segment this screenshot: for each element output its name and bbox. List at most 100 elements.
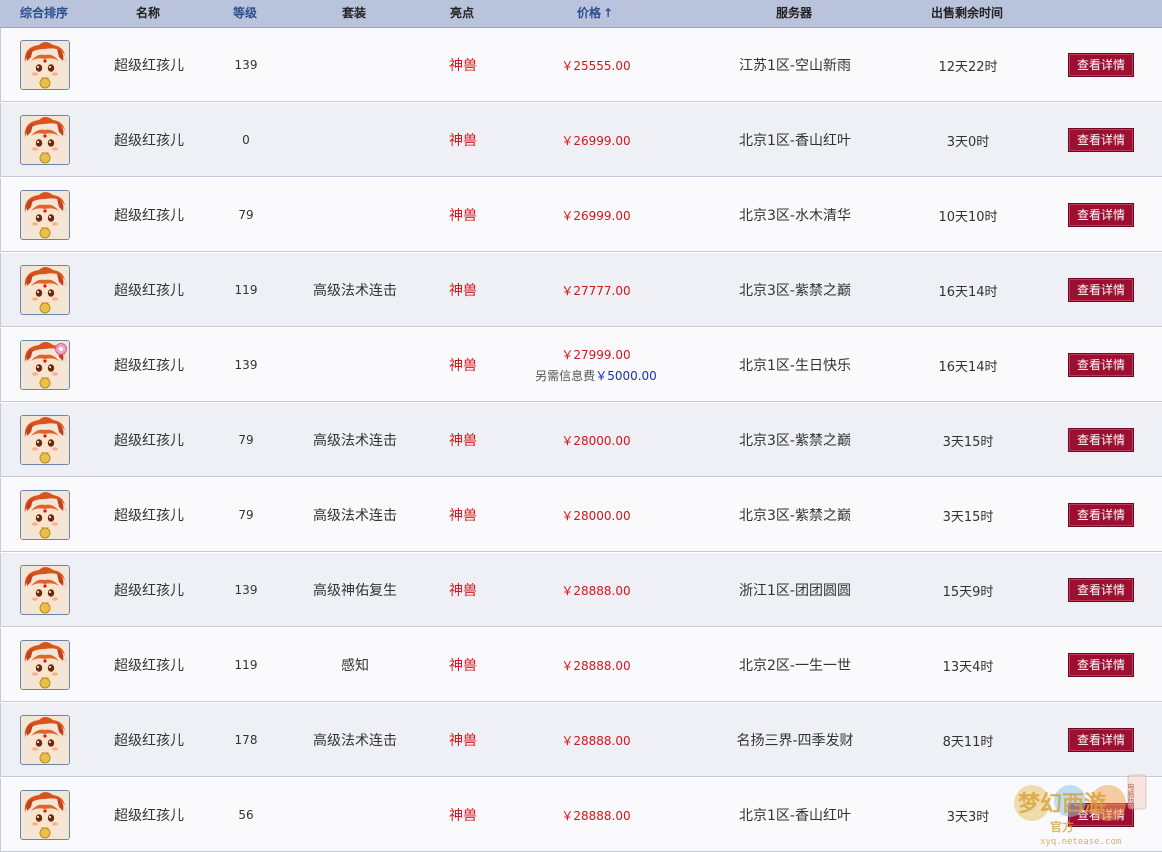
server-name: 北京2区-一生一世	[739, 658, 851, 674]
sort-by-level-link[interactable]: 等级	[215, 0, 275, 27]
price-value: ￥28888.00	[561, 808, 631, 823]
price-value: ￥28888.00	[561, 583, 631, 598]
pet-level: 139	[234, 58, 258, 72]
sort-by-rank-link[interactable]: 综合排序	[8, 0, 80, 27]
avatar-cell	[19, 28, 71, 102]
price-cell: ￥28888.00	[521, 628, 671, 702]
price-cell: ￥26999.00	[521, 103, 671, 177]
action-cell: 查看详情	[1067, 628, 1135, 702]
server-name: 北京1区-生日快乐	[739, 358, 851, 374]
pet-suit: 高级法术连击	[313, 433, 397, 449]
pet-suit: 高级法术连击	[313, 733, 397, 749]
view-details-button[interactable]: 查看详情	[1068, 128, 1134, 152]
time-left: 3天15时	[942, 509, 994, 525]
price-cell: ￥28888.00	[521, 778, 671, 852]
price-value: ￥28888.00	[561, 658, 631, 673]
pet-suit: 感知	[341, 658, 369, 674]
red-boy-avatar-icon[interactable]	[20, 565, 70, 615]
price-label: 价格	[576, 6, 601, 20]
time-left: 3天15时	[942, 434, 994, 450]
red-boy-avatar-icon[interactable]	[20, 190, 70, 240]
action-cell: 查看详情	[1067, 553, 1135, 627]
view-details-button[interactable]: 查看详情	[1068, 803, 1134, 827]
view-details-button[interactable]: 查看详情	[1068, 203, 1134, 227]
red-boy-avatar-icon[interactable]	[20, 640, 70, 690]
red-boy-avatar-icon[interactable]	[20, 340, 70, 390]
table-row: 超级红孩儿 119 感知 神兽 ￥28888.00 北京2区-一生一世 13天4时 查看详情	[0, 628, 1162, 702]
pet-name: 超级红孩儿	[114, 133, 184, 149]
view-details-button[interactable]: 查看详情	[1068, 728, 1134, 752]
price-cell: ￥28888.00	[521, 553, 671, 627]
pet-level: 79	[238, 208, 254, 222]
view-details-button[interactable]: 查看详情	[1068, 53, 1134, 77]
pet-highlight: 神兽	[449, 733, 477, 749]
pet-highlight: 神兽	[449, 208, 477, 224]
action-cell: 查看详情	[1067, 103, 1135, 177]
sort-by-price-link[interactable]: 价格 ↑	[555, 0, 635, 27]
header-server: 服务器	[775, 6, 812, 20]
view-details-button[interactable]: 查看详情	[1068, 278, 1134, 302]
price-value: ￥26999.00	[561, 208, 631, 223]
price-value: ￥26999.00	[561, 133, 631, 148]
pet-suit	[296, 328, 414, 402]
price-value: ￥28888.00	[561, 733, 631, 748]
avatar-cell	[19, 103, 71, 177]
red-boy-avatar-icon[interactable]	[20, 40, 70, 90]
red-boy-avatar-icon[interactable]	[20, 265, 70, 315]
time-left: 15天9时	[942, 584, 994, 600]
pet-level: 119	[234, 283, 258, 297]
pet-suit	[296, 778, 414, 852]
red-boy-avatar-icon[interactable]	[20, 115, 70, 165]
view-details-button[interactable]: 查看详情	[1068, 503, 1134, 527]
pet-name: 超级红孩儿	[114, 658, 184, 674]
pet-level: 79	[238, 433, 254, 447]
price-cell: ￥28000.00	[521, 403, 671, 477]
price-cell: ￥25555.00	[521, 28, 671, 102]
price-value: ￥27999.00	[561, 348, 631, 362]
action-cell: 查看详情	[1067, 703, 1135, 777]
red-boy-avatar-icon[interactable]	[20, 490, 70, 540]
pet-suit	[296, 28, 414, 102]
pet-suit	[296, 103, 414, 177]
time-left: 10天10时	[938, 209, 998, 225]
server-name: 北京3区-水木清华	[739, 208, 851, 224]
server-name: 北京1区-香山红叶	[739, 808, 851, 824]
pet-name: 超级红孩儿	[114, 358, 184, 374]
server-name: 北京3区-紫禁之巅	[739, 433, 851, 449]
pet-level: 0	[242, 133, 250, 147]
pink-flower-badge-icon	[55, 343, 67, 355]
view-details-button[interactable]: 查看详情	[1068, 653, 1134, 677]
price-cell: ￥26999.00	[521, 178, 671, 252]
action-cell: 查看详情	[1067, 253, 1135, 327]
view-details-button[interactable]: 查看详情	[1068, 353, 1134, 377]
table-row: 超级红孩儿 178 高级法术连击 神兽 ￥28888.00 名扬三界-四季发财 8天11时 查…	[0, 703, 1162, 777]
avatar-cell	[19, 178, 71, 252]
action-cell: 查看详情	[1067, 403, 1135, 477]
pet-level: 79	[238, 508, 254, 522]
pet-highlight: 神兽	[449, 658, 477, 674]
table-row: 超级红孩儿 119 高级法术连击 神兽 ￥27777.00 北京3区-紫禁之巅 16天14时…	[0, 253, 1162, 327]
pet-name: 超级红孩儿	[114, 433, 184, 449]
table-row: 超级红孩儿 56 神兽 ￥28888.00 北京1区-香山红叶 3天3时 查看详情	[0, 778, 1162, 852]
view-details-button[interactable]: 查看详情	[1068, 428, 1134, 452]
avatar-cell	[19, 628, 71, 702]
avatar-cell	[19, 328, 71, 402]
price-cell: ￥28888.00	[521, 703, 671, 777]
price-value: ￥28000.00	[561, 433, 631, 448]
price-cell: ￥28000.00	[521, 478, 671, 552]
pet-level: 139	[234, 358, 258, 372]
pet-highlight: 神兽	[449, 433, 477, 449]
time-left: 8天11时	[942, 734, 994, 750]
pet-highlight: 神兽	[449, 583, 477, 599]
view-details-button[interactable]: 查看详情	[1068, 578, 1134, 602]
pet-suit: 高级法术连击	[313, 508, 397, 524]
avatar-cell	[19, 703, 71, 777]
pet-name: 超级红孩儿	[114, 583, 184, 599]
pet-name: 超级红孩儿	[114, 733, 184, 749]
avatar-cell	[19, 553, 71, 627]
red-boy-avatar-icon[interactable]	[20, 790, 70, 840]
red-boy-avatar-icon[interactable]	[20, 715, 70, 765]
table-row: 超级红孩儿 0 神兽 ￥26999.00 北京1区-香山红叶 3天0时 查看详情	[0, 103, 1162, 177]
red-boy-avatar-icon[interactable]	[20, 415, 70, 465]
server-name: 北京3区-紫禁之巅	[739, 283, 851, 299]
